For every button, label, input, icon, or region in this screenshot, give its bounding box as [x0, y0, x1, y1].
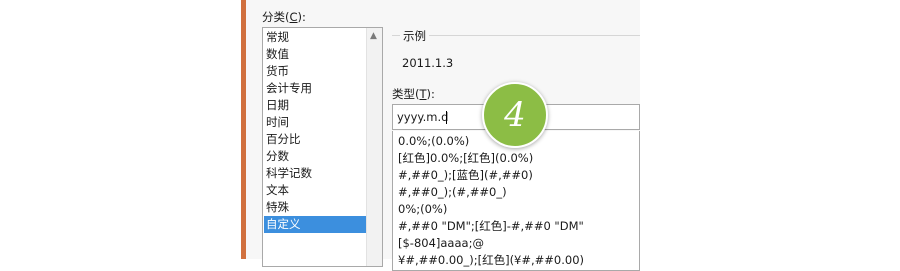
category-item-time[interactable]: 时间	[264, 114, 366, 131]
category-list[interactable]: 常规 数值 货币 会计专用 日期 时间 百分比 分数 科学记数 文本 特殊 自定…	[262, 27, 383, 267]
format-code-item[interactable]: 0.0%;(0.0%)	[398, 133, 469, 150]
type-input-value: yyyy.m.d	[397, 110, 449, 124]
category-item-special[interactable]: 特殊	[264, 199, 366, 216]
format-code-item[interactable]: #,##0 "DM";[红色]-#,##0 "DM"	[398, 218, 584, 235]
category-item-number[interactable]: 数值	[264, 46, 366, 63]
sample-label: 示例	[400, 28, 429, 44]
type-label: 类型(T):	[392, 87, 435, 101]
category-item-text[interactable]: 文本	[264, 182, 366, 199]
format-code-item[interactable]: [红色]0.0%;[红色](0.0%)	[398, 150, 533, 167]
sample-divider	[392, 35, 640, 36]
category-item-general[interactable]: 常规	[264, 29, 366, 46]
text-caret	[446, 111, 448, 124]
format-code-item[interactable]: #,##0_);(#,##0_)	[398, 184, 507, 201]
format-code-item[interactable]: ¥#,##0.00_);[红色](¥#,##0.00)	[398, 252, 584, 269]
format-code-item[interactable]: [$-804]aaaa;@	[398, 235, 484, 252]
sample-value: 2011.1.3	[402, 56, 454, 70]
format-code-list[interactable]: 0.0%;(0.0%) [红色]0.0%;[红色](0.0%) #,##0_);…	[392, 131, 640, 271]
category-item-custom[interactable]: 自定义	[264, 216, 366, 233]
category-item-date[interactable]: 日期	[264, 97, 366, 114]
category-scrollbar[interactable]: ▲	[366, 28, 382, 266]
category-item-percentage[interactable]: 百分比	[264, 131, 366, 148]
category-label: 分类(C):	[262, 10, 306, 24]
format-code-item[interactable]: 0%;(0%)	[398, 201, 447, 218]
category-item-accounting[interactable]: 会计专用	[264, 80, 366, 97]
step-number-badge: 4	[482, 82, 548, 148]
scroll-up-arrow-icon[interactable]: ▲	[370, 31, 377, 41]
format-code-item[interactable]: #,##0_);[蓝色](#,##0)	[398, 167, 533, 184]
category-item-fraction[interactable]: 分数	[264, 148, 366, 165]
category-item-scientific[interactable]: 科学记数	[264, 165, 366, 182]
category-item-currency[interactable]: 货币	[264, 63, 366, 80]
